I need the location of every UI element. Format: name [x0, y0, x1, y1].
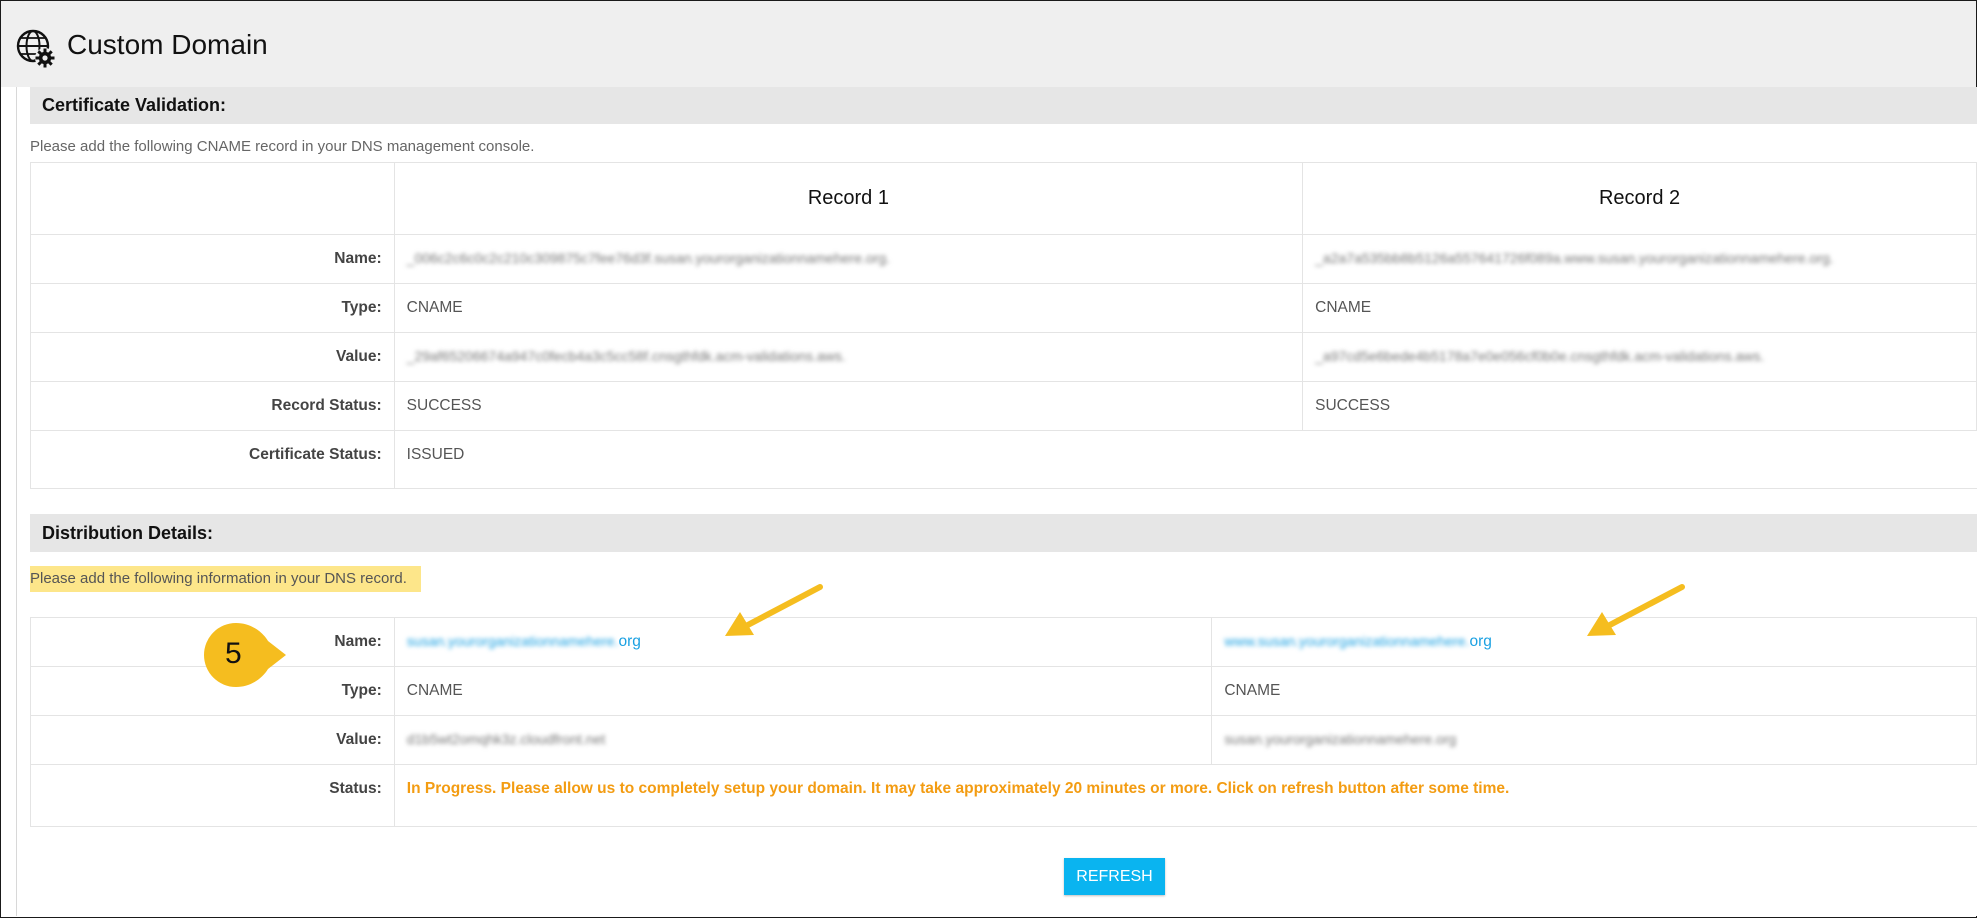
record-2-value: _a97cd5e6bede4b5178a7e0e056cf0b0e.cnsgth…	[1315, 348, 1765, 364]
refresh-button[interactable]: REFRESH	[1064, 858, 1165, 895]
page-header: Custom Domain	[1, 1, 1976, 87]
step-number: 5	[225, 637, 242, 670]
distribution-1-name-prefix: susan.yourorganizationnamehere.	[406, 633, 619, 649]
distribution-2-type: CNAME	[1211, 666, 1977, 716]
status-label: Status:	[30, 764, 395, 827]
value-label: Value:	[30, 715, 395, 765]
record-status-label: Record Status:	[30, 381, 395, 431]
distribution-2-name-suffix: org	[1469, 633, 1492, 650]
empty-header-cell	[30, 162, 395, 235]
page-title: Custom Domain	[67, 29, 268, 60]
step-badge-icon	[204, 623, 286, 687]
globe-gear-icon	[16, 29, 55, 68]
distribution-2-name-prefix: www.susan.yourorganizationnamehere.	[1224, 633, 1470, 649]
record-2-type: CNAME	[1302, 283, 1977, 333]
distribution-1-type: CNAME	[393, 666, 1213, 716]
table-row: Certificate Status: ISSUED	[30, 430, 1977, 489]
value-label: Value:	[30, 332, 395, 382]
table-row: Name: _006c2c6c0c2c210c309875c7fee76d3f.…	[30, 234, 1977, 284]
certificate-validation-table: Record 1 Record 2 Name: _006c2c6c0c2c210…	[30, 162, 1977, 489]
table-header-row: Record 1 Record 2	[30, 162, 1977, 235]
record-1-type: CNAME	[393, 283, 1304, 333]
record-1-header: Record 1	[393, 162, 1304, 235]
distribution-status: In Progress. Please allow us to complete…	[393, 764, 1977, 827]
distribution-1-value: d1b5wt2omqhk3z.cloudfront.net	[406, 731, 606, 747]
distribution-details-heading: Distribution Details:	[30, 514, 1977, 552]
record-2-name: _a2a7a535bb8b5126a557641726f089a.www.sus…	[1315, 250, 1834, 266]
table-row: Record Status: SUCCESS SUCCESS	[30, 381, 1977, 431]
name-label: Name:	[30, 234, 395, 284]
table-row: Status: In Progress. Please allow us to …	[30, 764, 1977, 827]
certificate-instruction: Please add the following CNAME record in…	[30, 138, 535, 155]
distribution-2-value: susan.yourorganizationnamehere.org	[1224, 731, 1457, 747]
record-2-status: SUCCESS	[1302, 381, 1977, 431]
table-row: Type: CNAME CNAME	[30, 283, 1977, 333]
certificate-validation-heading: Certificate Validation:	[30, 87, 1977, 124]
distribution-details-table: Name: susan.yourorganizationnamehere.org…	[30, 617, 1977, 827]
certificate-status-label: Certificate Status:	[30, 430, 395, 489]
table-row: Type: CNAME CNAME	[30, 666, 1977, 716]
distribution-instruction: Please add the following information in …	[30, 566, 421, 592]
record-2-header: Record 2	[1302, 162, 1977, 235]
arrow-pointer-icon	[725, 584, 823, 636]
type-label: Type:	[30, 283, 395, 333]
distribution-1-name-suffix: org	[618, 633, 641, 650]
record-1-name: _006c2c6c0c2c210c309875c7fee76d3f.susan.…	[406, 250, 891, 266]
record-1-status: SUCCESS	[393, 381, 1304, 431]
certificate-status-value: ISSUED	[393, 430, 1977, 489]
record-1-value: _29af65206674a947c0fecb4a3c5cc58f.cnsgth…	[406, 348, 846, 364]
table-row: Value: d1b5wt2omqhk3z.cloudfront.net sus…	[30, 715, 1977, 765]
table-row: Value: _29af65206674a947c0fecb4a3c5cc58f…	[30, 332, 1977, 382]
arrow-pointer-icon	[1587, 584, 1685, 636]
